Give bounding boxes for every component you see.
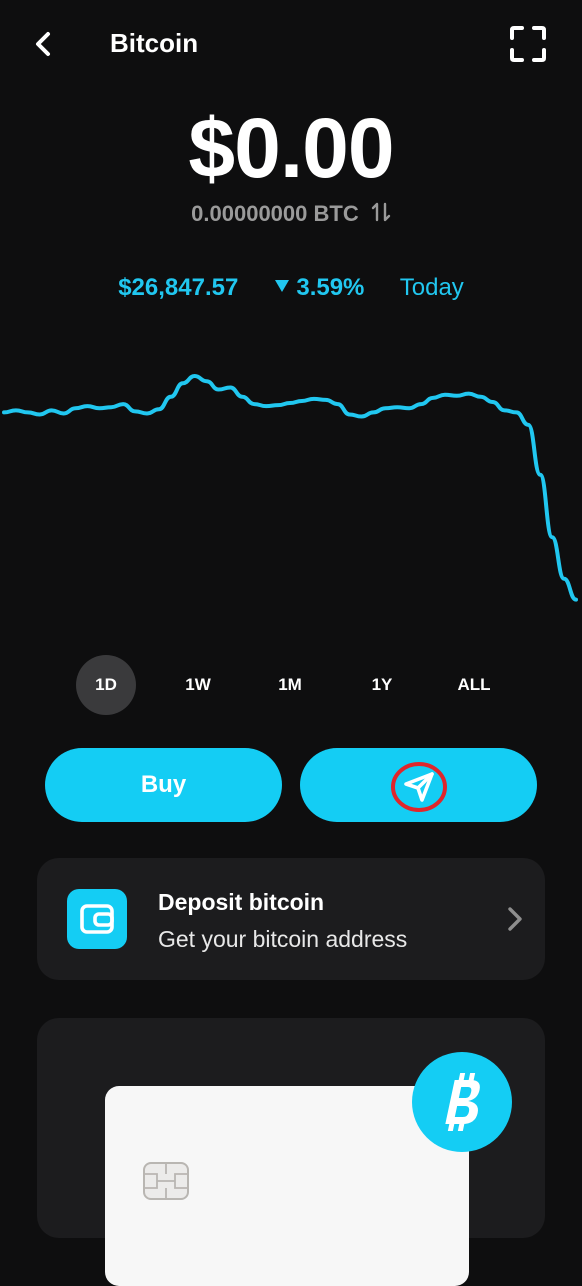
bitcoin-badge — [412, 1052, 512, 1152]
back-button[interactable] — [26, 26, 62, 62]
deposit-bitcoin-card[interactable]: Deposit bitcoin Get your bitcoin address — [37, 858, 545, 980]
balance-btc: 0.00000000 BTC — [191, 200, 359, 226]
range-selector: 1D 1W 1M 1Y ALL — [0, 655, 582, 715]
balance-usd: $0.00 — [188, 101, 394, 195]
chevron-right-icon — [508, 907, 522, 931]
price-change: 3.59% — [296, 274, 365, 301]
range-1m[interactable]: 1M — [260, 655, 320, 715]
swap-currency-icon[interactable] — [371, 200, 391, 230]
buy-button[interactable]: Buy — [45, 748, 282, 822]
triangle-down-icon — [274, 274, 290, 302]
range-1d[interactable]: 1D — [76, 655, 136, 715]
card-chip-icon — [143, 1162, 189, 1200]
balance-btc-row: 0.00000000 BTC — [0, 200, 582, 230]
send-icon — [391, 762, 447, 812]
price-chart[interactable] — [0, 330, 582, 630]
deposit-subtitle: Get your bitcoin address — [158, 926, 408, 952]
price-line — [2, 374, 578, 602]
range-1y[interactable]: 1Y — [352, 655, 412, 715]
scan-button[interactable] — [506, 22, 550, 66]
send-button[interactable] — [300, 748, 537, 822]
bitcoin-logo-icon — [445, 1073, 480, 1131]
bitcoin-card-preview[interactable] — [37, 1018, 545, 1286]
page-title: Bitcoin — [110, 28, 199, 58]
price-value: $26,847.57 — [118, 274, 239, 301]
range-1w[interactable]: 1W — [168, 655, 228, 715]
price-period: Today — [399, 274, 464, 301]
chevron-left-icon — [36, 32, 50, 56]
scan-frame-icon — [510, 26, 546, 62]
deposit-title: Deposit bitcoin — [158, 889, 325, 915]
price-row: $26,847.57 3.59% Today — [0, 274, 582, 302]
wallet-icon — [67, 889, 127, 949]
range-all[interactable]: ALL — [444, 655, 504, 715]
